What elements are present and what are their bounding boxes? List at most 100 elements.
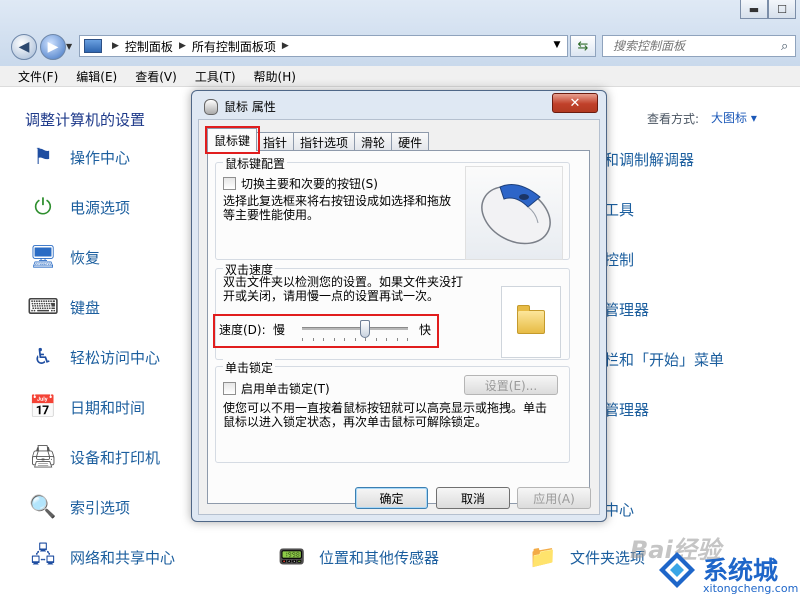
cp-item-recovery[interactable]: 🖥 恢复 xyxy=(27,241,100,273)
tab-label: 指针选项 xyxy=(300,135,349,150)
dialog-title: 鼠标 属性 xyxy=(224,100,276,114)
view-by-label: 查看方式: xyxy=(647,112,700,126)
cp-item-location-sensors[interactable]: 📟 位置和其他传感器 xyxy=(276,541,439,573)
refresh-button[interactable]: ⇆ xyxy=(570,35,596,57)
minimize-button[interactable]: ▬ xyxy=(740,0,768,19)
cp-item-network-sharing[interactable]: 🖧 网络和共享中心 xyxy=(27,541,175,573)
menu-edit[interactable]: 编辑(E) xyxy=(76,68,117,85)
checkbox-box[interactable] xyxy=(223,382,236,395)
highlight-box xyxy=(205,126,261,154)
cp-item-center[interactable]: 中心 xyxy=(604,499,634,520)
search-box[interactable]: ⌕ xyxy=(602,35,796,57)
cp-item-phone-modem[interactable]: 和调制解调器 xyxy=(604,149,694,170)
cp-item-label: 键盘 xyxy=(70,298,101,317)
address-dropdown-icon[interactable]: ▼ xyxy=(549,36,565,54)
cp-item-date-time[interactable]: 📅 日期和时间 xyxy=(27,391,145,423)
menu-file[interactable]: 文件(F) xyxy=(18,68,58,85)
tab-pointer-options[interactable]: 指针选项 xyxy=(293,132,356,151)
cp-item-label: 电源选项 xyxy=(70,198,131,217)
cp-item-taskbar-start[interactable]: 栏和「开始」菜单 xyxy=(604,349,724,370)
slider-tick xyxy=(355,338,356,341)
cp-item-folder-options[interactable]: 📁 文件夹选项 xyxy=(527,541,645,573)
ok-button[interactable]: 确定 xyxy=(355,487,428,509)
checkbox-box[interactable] xyxy=(223,177,236,190)
slider-thumb[interactable] xyxy=(360,320,370,338)
tab-label: 滑轮 xyxy=(361,135,386,150)
slow-label: 慢 xyxy=(273,323,286,337)
menu-tools[interactable]: 工具(T) xyxy=(195,68,236,85)
double-click-speed-group: 双击速度 双击文件夹以检测您的设置。如果文件夹没打开或关闭，请用慢一点的设置再试… xyxy=(213,261,570,360)
cp-item-admin-tools[interactable]: 工具 xyxy=(604,199,634,220)
slider-tick xyxy=(386,338,387,341)
history-dropdown-icon[interactable]: ▼ xyxy=(66,42,72,51)
cp-item-keyboard[interactable]: ⌨ 键盘 xyxy=(27,291,100,323)
menu-view[interactable]: 查看(V) xyxy=(135,68,177,85)
power-icon: ⏻ xyxy=(34,194,52,220)
breadcrumb-control-panel[interactable]: 控制面板 xyxy=(125,38,173,55)
tab-hardware[interactable]: 硬件 xyxy=(391,132,430,151)
group-legend: 单击锁定 xyxy=(223,359,276,376)
cp-item-manager-1[interactable]: 管理器 xyxy=(604,299,649,320)
clicklock-group: 单击锁定 启用单击锁定(T) 设置(E)... 使您可以不用一直按着鼠标按钮就可… xyxy=(215,359,570,463)
clicklock-settings-button[interactable]: 设置(E)... xyxy=(464,375,558,395)
apply-button[interactable]: 应用(A) xyxy=(517,487,591,509)
double-click-description: 双击文件夹以检测您的设置。如果文件夹没打开或关闭，请用慢一点的设置再试一次。 xyxy=(223,275,464,303)
cp-item-label: 网络和共享中心 xyxy=(70,548,176,567)
keyboard-icon: ⌨ xyxy=(27,294,59,320)
cp-item-control[interactable]: 控制 xyxy=(604,249,634,270)
slider-tick xyxy=(313,338,314,341)
button-config-group: 鼠标键配置 切换主要和次要的按钮(S) 选择此复选框来将右按钮设成如选择和拖放等… xyxy=(215,155,570,260)
switch-buttons-checkbox[interactable]: 切换主要和次要的按钮(S) xyxy=(223,175,378,192)
tab-strip: 鼠标键 指针 指针选项 滑轮 硬件 xyxy=(205,126,430,154)
breadcrumb-all-items[interactable]: 所有控制面板项 xyxy=(192,38,276,55)
menu-help[interactable]: 帮助(H) xyxy=(254,68,296,85)
cp-item-action-center[interactable]: ⚑ 操作中心 xyxy=(27,141,130,173)
breadcrumb-chevron-icon[interactable]: ▶ xyxy=(112,41,119,51)
tab-wheel[interactable]: 滑轮 xyxy=(354,132,393,151)
tab-buttons[interactable]: 鼠标键 xyxy=(205,126,261,154)
fast-label: 快 xyxy=(419,323,432,337)
mouse-icon xyxy=(204,98,218,115)
cp-item-devices-printers[interactable]: 🖨 设备和打印机 xyxy=(27,441,160,473)
clicklock-checkbox[interactable]: 启用单击锁定(T) xyxy=(223,380,330,397)
breadcrumb-chevron-icon[interactable]: ▶ xyxy=(179,41,186,51)
slider-tick xyxy=(397,338,398,341)
cp-item-indexing-options[interactable]: 🔍 索引选项 xyxy=(27,491,130,523)
search-icon[interactable]: ⌕ xyxy=(781,39,795,54)
slider-tick xyxy=(302,338,303,341)
flag-icon: ⚑ xyxy=(33,144,53,170)
slider-tick xyxy=(323,338,324,341)
recovery-icon: 🖥 xyxy=(29,244,57,270)
cancel-button[interactable]: 取消 xyxy=(436,487,510,509)
folder-icon[interactable] xyxy=(517,305,545,334)
slider-tick xyxy=(376,338,377,341)
cp-item-label: 恢复 xyxy=(70,248,101,267)
double-click-speed-slider[interactable] xyxy=(302,319,408,341)
network-icon: 🖧 xyxy=(30,543,56,568)
search-index-icon: 🔍 xyxy=(29,494,57,520)
view-by-dropdown[interactable]: 大图标 ▾ xyxy=(711,109,757,126)
cp-item-power-options[interactable]: ⏻ 电源选项 xyxy=(27,191,130,223)
checkbox-label[interactable]: 启用单击锁定(T) xyxy=(241,380,330,397)
close-button[interactable]: ✕ xyxy=(552,93,598,113)
clicklock-description: 使您可以不用一直按着鼠标按钮就可以高亮显示或拖拽。单击鼠标以进入锁定状态，再次单… xyxy=(223,401,548,429)
mouse-properties-dialog: 鼠标 属性 ✕ 鼠标键 指针 指针选项 滑轮 硬件 鼠标键配置 切换主要和次要的… xyxy=(191,90,607,522)
close-icon: ✕ xyxy=(569,95,581,111)
cp-item-ease-of-access[interactable]: ♿ 轻松访问中心 xyxy=(27,341,160,373)
cp-item-label: 操作中心 xyxy=(70,148,131,167)
slider-tick xyxy=(344,338,345,341)
cp-item-label: 位置和其他传感器 xyxy=(319,548,440,567)
slider-tick xyxy=(334,338,335,341)
back-button[interactable]: ◀ xyxy=(11,34,37,60)
tab-pointers[interactable]: 指针 xyxy=(256,132,295,151)
forward-button[interactable]: ▶ xyxy=(40,34,66,60)
breadcrumb-chevron-icon[interactable]: ▶ xyxy=(282,41,289,51)
search-input[interactable] xyxy=(611,38,781,54)
checkbox-label[interactable]: 切换主要和次要的按钮(S) xyxy=(241,175,378,192)
cp-item-manager-2[interactable]: 管理器 xyxy=(604,399,649,420)
maximize-button[interactable]: ☐ xyxy=(768,0,796,19)
watermark-url: xitongcheng.com xyxy=(703,582,799,595)
cp-item-label: 设备和打印机 xyxy=(70,448,161,467)
test-folder-area[interactable] xyxy=(501,286,561,358)
address-bar[interactable]: ▶ 控制面板 ▶ 所有控制面板项 ▶ xyxy=(79,35,568,57)
